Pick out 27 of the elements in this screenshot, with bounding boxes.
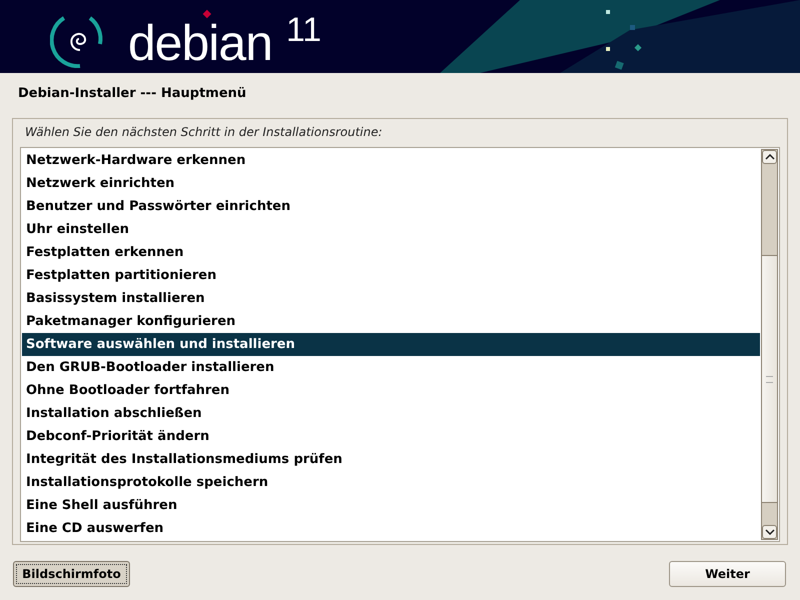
menu-item[interactable]: Den GRUB-Bootloader installieren <box>22 356 760 379</box>
scrollbar[interactable] <box>761 149 778 540</box>
menu-item[interactable]: Uhr einstellen <box>22 218 760 241</box>
window-title: Debian-Installer --- Hauptmenü <box>17 85 248 103</box>
prompt-text: Wählen Sie den nächsten Schritt in der Installationsroutine: <box>24 124 384 141</box>
menu-item[interactable]: Benutzer und Passwörter einrichten <box>22 195 760 218</box>
menu-item[interactable]: Basissystem installieren <box>22 287 760 310</box>
scroll-down-icon[interactable] <box>762 525 777 539</box>
continue-button[interactable]: Weiter <box>669 561 786 587</box>
logo-text: debian <box>128 25 272 62</box>
menu-item[interactable]: Festplatten erkennen <box>22 241 760 264</box>
menu-item[interactable]: Integrität des Installationsmediums prüfen <box>22 448 760 471</box>
menu-item[interactable]: Eine CD auswerfen <box>22 517 760 540</box>
menu-item[interactable]: Installationsprotokolle speichern <box>22 471 760 494</box>
menu-item[interactable]: Eine Shell ausführen <box>22 494 760 517</box>
screenshot-button[interactable]: Bildschirmfoto <box>13 561 130 587</box>
menu-item[interactable]: Debconf-Priorität ändern <box>22 425 760 448</box>
menu-item[interactable]: Festplatten partitionieren <box>22 264 760 287</box>
menu-item[interactable]: Ohne Bootloader fortfahren <box>22 379 760 402</box>
menu-item[interactable]: Software auswählen und installieren <box>22 333 760 356</box>
scroll-thumb[interactable] <box>762 255 777 503</box>
menu-item[interactable]: Paketmanager konfigurieren <box>22 310 760 333</box>
scroll-up-icon[interactable] <box>762 150 777 164</box>
version-number: 11 <box>286 12 322 46</box>
menu-item[interactable]: Installation abschließen <box>22 402 760 425</box>
menu-item[interactable]: Netzwerk einrichten <box>22 172 760 195</box>
menu-item[interactable]: Netzwerk-Hardware erkennen <box>22 149 760 172</box>
